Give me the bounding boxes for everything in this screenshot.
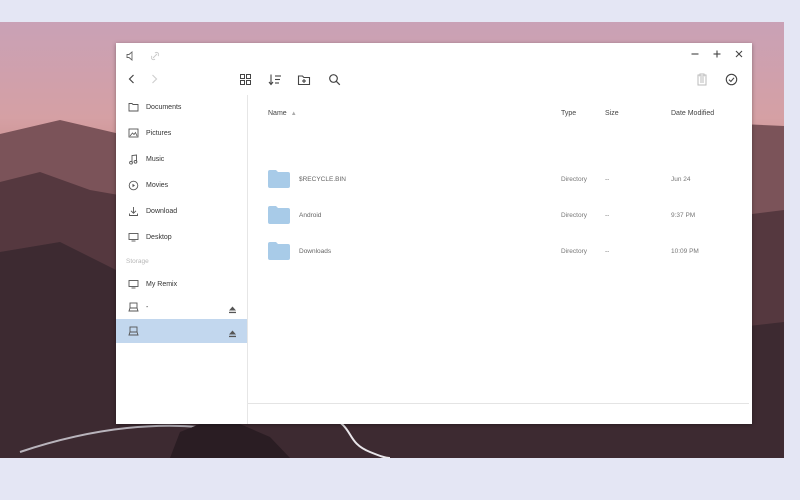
file-date: 10:09 PM [671, 248, 699, 255]
grid-view-icon[interactable] [235, 69, 255, 89]
link-icon[interactable] [146, 47, 164, 65]
file-name: Android [299, 212, 322, 219]
speaker-icon[interactable] [122, 47, 140, 65]
sidebar-item-drive-selected[interactable] [116, 319, 247, 343]
sidebar-item-label: Movies [146, 181, 169, 189]
sidebar-item-pictures[interactable]: Pictures [116, 121, 247, 145]
sidebar-item-documents[interactable]: Documents [116, 95, 247, 119]
drive-icon [126, 324, 140, 338]
file-type: Directory [561, 212, 588, 219]
drive-icon [126, 300, 140, 314]
folder-icon [268, 206, 290, 229]
status-bar [248, 403, 749, 424]
computer-icon [126, 277, 140, 291]
sidebar-item-my-remix[interactable]: My Remix [116, 272, 247, 296]
eject-icon[interactable] [228, 325, 237, 343]
sort-ascending-icon: ▲ [290, 111, 297, 117]
sidebar-item-music[interactable]: Music [116, 147, 247, 171]
toolbar [116, 65, 752, 93]
sidebar-item-desktop[interactable]: Desktop [116, 225, 247, 249]
file-manager-window: Documents Pictures Music Movies Download [116, 43, 752, 424]
file-size: -- [605, 176, 610, 183]
file-type: Directory [561, 176, 588, 183]
sidebar-item-label: My Remix [146, 280, 178, 288]
sort-icon[interactable] [265, 69, 285, 89]
sidebar-item-label: Download [146, 207, 178, 215]
select-check-icon[interactable] [721, 69, 741, 89]
document-icon [126, 100, 140, 114]
sidebar-item-download[interactable]: Download [116, 199, 247, 223]
table-row[interactable]: Downloads Directory -- 10:09 PM [264, 240, 744, 266]
close-icon[interactable] [730, 45, 748, 63]
file-name: Downloads [299, 248, 332, 255]
file-type: Directory [561, 248, 588, 255]
folder-icon [268, 242, 290, 265]
download-icon [126, 204, 140, 218]
movie-icon [126, 178, 140, 192]
forward-icon[interactable] [144, 69, 164, 89]
file-name: $RECYCLE.BIN [299, 176, 346, 183]
column-name-label: Name [268, 110, 287, 117]
column-header-name[interactable]: Name ▲ [268, 110, 297, 117]
sidebar: Documents Pictures Music Movies Download [116, 95, 248, 424]
sidebar-item-label: Documents [146, 103, 182, 111]
column-header-size[interactable]: Size [605, 110, 619, 117]
file-date: Jun 24 [671, 176, 691, 183]
file-date: 9:37 PM [671, 212, 696, 219]
title-bar [116, 43, 752, 65]
minimize-icon[interactable] [686, 45, 704, 63]
back-icon[interactable] [122, 69, 142, 89]
sidebar-item-label: - [146, 303, 149, 311]
new-folder-icon[interactable] [294, 69, 314, 89]
sidebar-item-label: Desktop [146, 233, 172, 241]
table-row[interactable]: $RECYCLE.BIN Directory -- Jun 24 [264, 168, 744, 194]
sidebar-item-label: Music [146, 155, 165, 163]
sidebar-item-movies[interactable]: Movies [116, 173, 247, 197]
sidebar-item-drive[interactable]: - [116, 295, 247, 319]
storage-section-header: Storage [126, 258, 149, 265]
file-size: -- [605, 212, 610, 219]
file-list: Name ▲ Type Size Date Modified $RECYCLE.B… [248, 95, 752, 403]
folder-icon [268, 170, 290, 193]
column-header-date[interactable]: Date Modified [671, 110, 714, 117]
desktop-icon [126, 230, 140, 244]
music-icon [126, 152, 140, 166]
sidebar-item-label: Pictures [146, 129, 172, 137]
file-size: -- [605, 248, 610, 255]
picture-icon [126, 126, 140, 140]
table-row[interactable]: Android Directory -- 9:37 PM [264, 204, 744, 230]
clipboard-icon[interactable] [692, 69, 712, 89]
search-icon[interactable] [324, 69, 344, 89]
maximize-icon[interactable] [708, 45, 726, 63]
eject-icon[interactable] [228, 301, 237, 319]
column-header-type[interactable]: Type [561, 110, 576, 117]
